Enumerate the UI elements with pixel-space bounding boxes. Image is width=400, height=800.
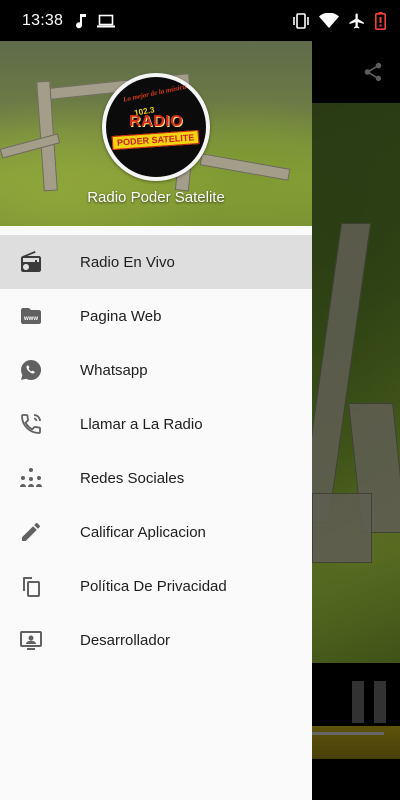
drawer-header: Lo mejor de la música en tu radio 102.3 … — [0, 41, 312, 226]
status-time: 13:38 — [22, 11, 64, 29]
menu-label: Calificar Aplicacion — [80, 523, 206, 541]
menu-item-whatsapp[interactable]: Whatsapp — [0, 343, 312, 397]
whatsapp-icon — [19, 358, 43, 382]
station-name: Radio Poder Satelite — [87, 189, 225, 206]
menu-item-desarrollador[interactable]: Desarrollador — [0, 613, 312, 667]
drawer-menu: Radio En Vivo www Pagina Web Whatsapp Ll… — [0, 226, 312, 667]
menu-label: Llamar a La Radio — [80, 415, 203, 433]
menu-item-redes-sociales[interactable]: Redes Sociales — [0, 451, 312, 505]
menu-label: Política De Privacidad — [80, 577, 227, 595]
battery-low-icon — [375, 11, 386, 30]
menu-label: Desarrollador — [80, 631, 171, 649]
status-left-icons — [75, 13, 116, 29]
developer-screen-icon — [19, 628, 43, 652]
menu-item-pagina-web[interactable]: www Pagina Web — [0, 289, 312, 343]
status-right-icons — [292, 11, 386, 30]
status-bar: 13:38 — [0, 0, 400, 41]
phone-call-icon — [19, 412, 43, 436]
navigation-drawer: Lo mejor de la música en tu radio 102.3 … — [0, 41, 312, 800]
www-folder-icon: www — [19, 304, 43, 328]
menu-item-radio-en-vivo[interactable]: Radio En Vivo — [0, 235, 312, 289]
vibrate-icon — [292, 12, 310, 29]
menu-label: Redes Sociales — [80, 469, 185, 487]
station-logo: Lo mejor de la música en tu radio 102.3 … — [102, 73, 210, 181]
menu-label: Radio En Vivo — [80, 253, 175, 271]
menu-item-privacidad[interactable]: Política De Privacidad — [0, 559, 312, 613]
drawer-scrim[interactable] — [312, 41, 400, 800]
menu-item-calificar[interactable]: Calificar Aplicacion — [0, 505, 312, 559]
radio-icon — [19, 250, 43, 274]
svg-text:www: www — [23, 316, 38, 322]
social-network-icon — [19, 466, 43, 490]
menu-item-llamar-radio[interactable]: Llamar a La Radio — [0, 397, 312, 451]
logo-disc: Lo mejor de la música en tu radio 102.3 … — [106, 77, 206, 177]
logo-banner: PODER SATELITE — [111, 129, 201, 151]
copy-documents-icon — [19, 574, 43, 598]
menu-label: Pagina Web — [80, 307, 162, 325]
menu-label: Whatsapp — [80, 361, 148, 379]
wifi-icon — [319, 12, 339, 29]
laptop-icon — [97, 14, 116, 28]
airplane-icon — [348, 12, 366, 30]
pencil-icon — [19, 520, 43, 544]
music-note-icon — [75, 13, 87, 29]
